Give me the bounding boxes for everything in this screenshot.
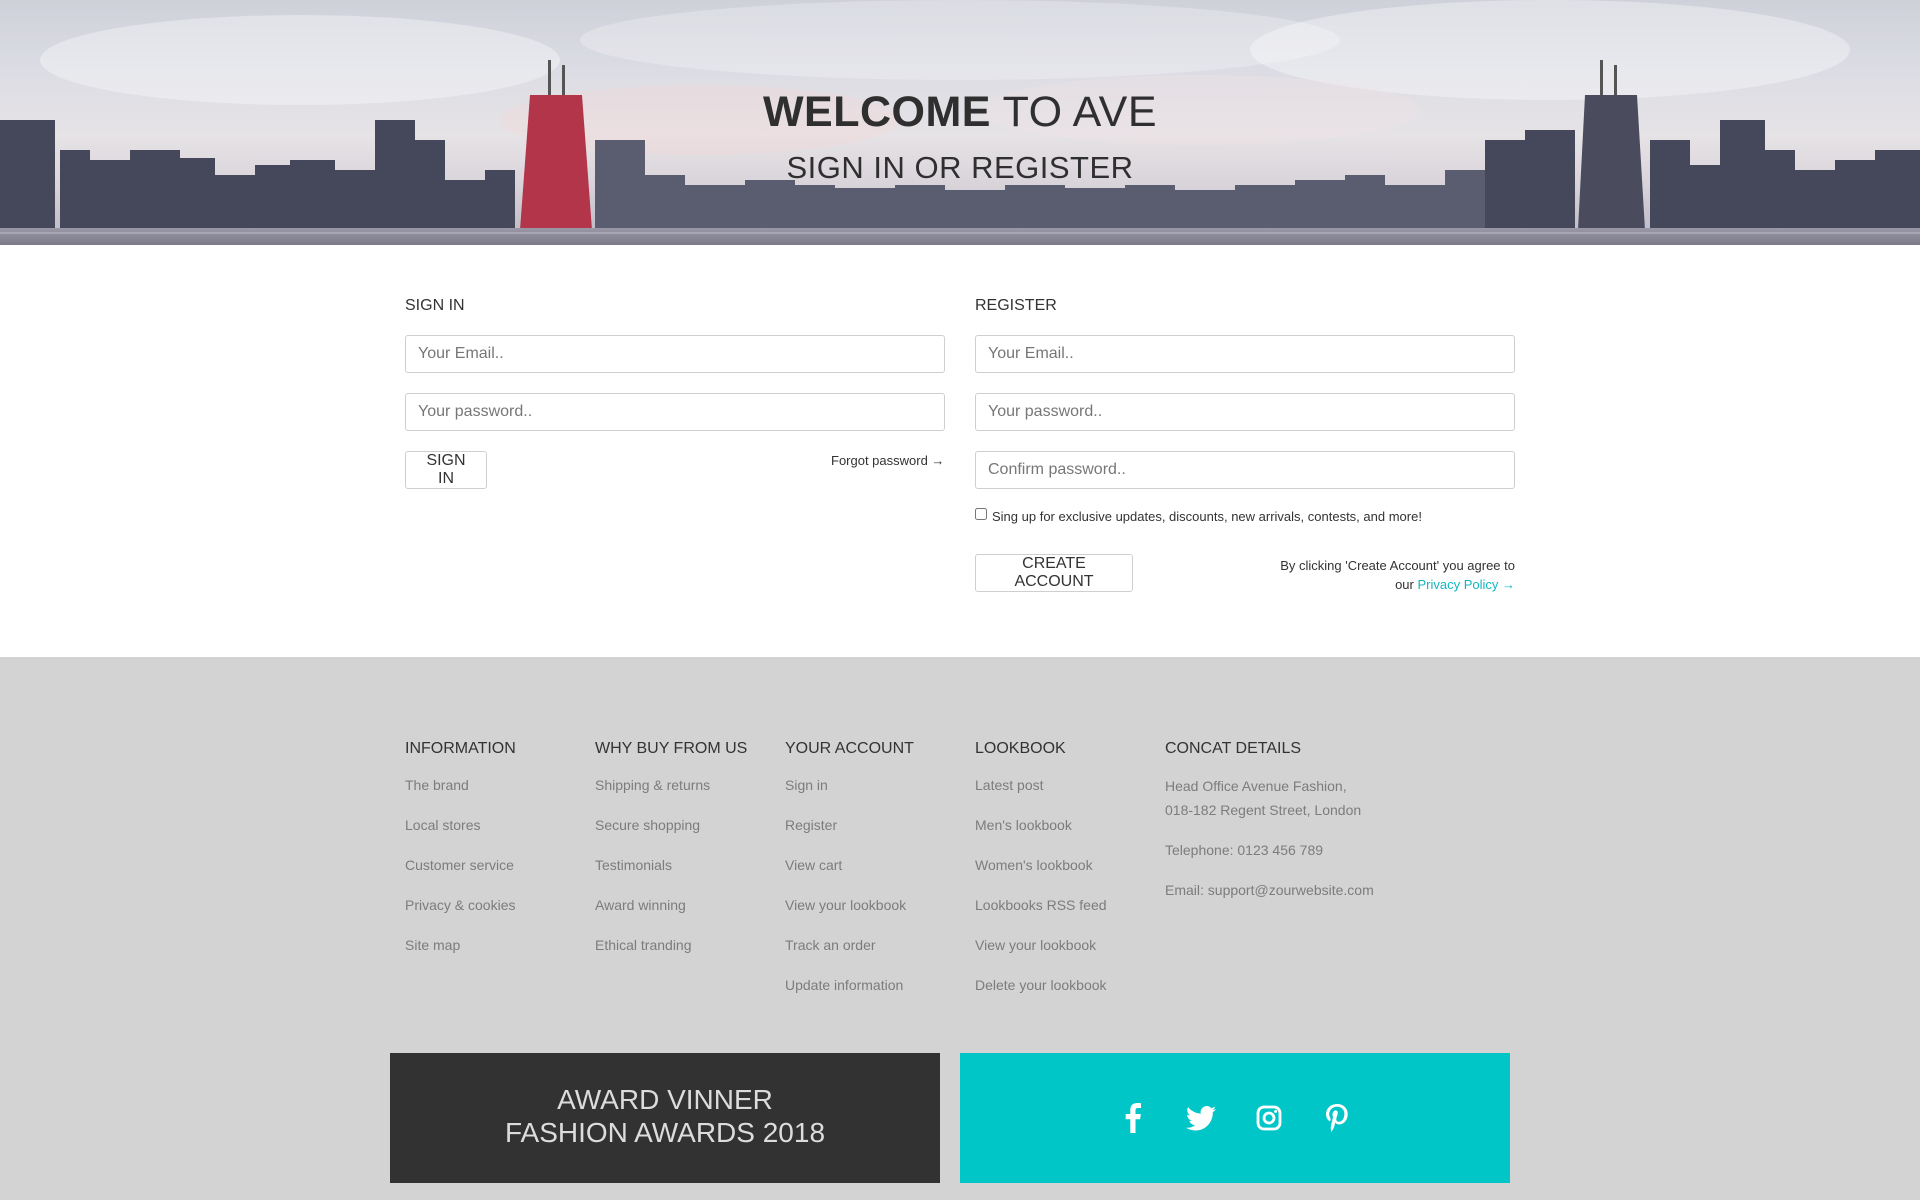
footer-link[interactable]: Privacy & cookies bbox=[405, 894, 516, 934]
footer-link[interactable]: View cart bbox=[785, 854, 914, 894]
newsletter-label: Sing up for exclusive updates, discounts… bbox=[992, 509, 1422, 524]
newsletter-checkbox[interactable] bbox=[975, 508, 987, 520]
contact-telephone: Telephone: 0123 456 789 bbox=[1165, 842, 1324, 858]
footer-link[interactable]: Men's lookbook bbox=[975, 814, 1107, 854]
create-account-button[interactable]: CREATE ACCOUNT bbox=[975, 554, 1133, 592]
footer-information-column: INFORMATION The brand Local stores Custo… bbox=[405, 740, 516, 974]
footer-link[interactable]: Lookbooks RSS feed bbox=[975, 894, 1107, 934]
register-password-input[interactable] bbox=[975, 393, 1515, 431]
footer-link[interactable]: Ethical tranding bbox=[595, 934, 747, 974]
footer-link[interactable]: View your lookbook bbox=[785, 894, 914, 934]
hero-subtitle: SIGN IN OR REGISTER bbox=[786, 150, 1134, 185]
hero-title-rest: TO AVE bbox=[991, 88, 1158, 136]
agree-prefix: our bbox=[1395, 577, 1418, 592]
footer-link[interactable]: Track an order bbox=[785, 934, 914, 974]
footer-link[interactable]: Secure shopping bbox=[595, 814, 747, 854]
footer-lookbook-heading: LOOKBOOK bbox=[975, 740, 1066, 757]
footer-link[interactable]: The brand bbox=[405, 774, 516, 814]
footer-link[interactable]: Delete your lookbook bbox=[975, 974, 1107, 1014]
award-banner: AWARD VINNER FASHION AWARDS 2018 bbox=[390, 1053, 940, 1183]
instagram-icon[interactable] bbox=[1254, 1103, 1284, 1133]
signin-heading: SIGN IN bbox=[405, 297, 465, 314]
award-line-1: AWARD VINNER bbox=[557, 1084, 773, 1115]
footer-contact-heading: CONCAT DETAILS bbox=[1165, 740, 1302, 757]
footer-why-buy-column: WHY BUY FROM US Shipping & returns Secur… bbox=[595, 740, 747, 974]
award-line-2: FASHION AWARDS 2018 bbox=[504, 1117, 826, 1148]
footer-contact-column: CONCAT DETAILS Head Office Avenue Fashio… bbox=[1165, 740, 1374, 902]
hero-title-bold: WELCOME bbox=[762, 88, 991, 136]
footer-link[interactable]: Local stores bbox=[405, 814, 516, 854]
footer-account-heading: YOUR ACCOUNT bbox=[785, 740, 914, 757]
contact-address-line-2: 018-182 Regent Street, London bbox=[1165, 802, 1362, 818]
register-heading: REGISTER bbox=[975, 297, 1057, 314]
register-email-input[interactable] bbox=[975, 335, 1515, 373]
footer-information-heading: INFORMATION bbox=[405, 740, 516, 757]
footer: INFORMATION The brand Local stores Custo… bbox=[0, 657, 1920, 1200]
footer-link[interactable]: Customer service bbox=[405, 854, 516, 894]
footer-link[interactable]: Award winning bbox=[595, 894, 747, 934]
twitter-icon[interactable] bbox=[1186, 1103, 1216, 1133]
footer-link[interactable]: Testimonials bbox=[595, 854, 747, 894]
facebook-icon[interactable] bbox=[1118, 1103, 1148, 1133]
footer-link[interactable]: View your lookbook bbox=[975, 934, 1107, 974]
privacy-agreement-text: By clicking 'Create Account' you agree t… bbox=[1190, 556, 1515, 594]
forgot-password-link[interactable]: Forgot password → bbox=[831, 453, 944, 468]
footer-account-column: YOUR ACCOUNT Sign in Register View cart … bbox=[785, 740, 914, 1014]
social-banner bbox=[960, 1053, 1510, 1183]
footer-link[interactable]: Register bbox=[785, 814, 914, 854]
register-confirm-password-input[interactable] bbox=[975, 451, 1515, 489]
footer-why-buy-heading: WHY BUY FROM US bbox=[595, 740, 748, 757]
footer-link[interactable]: Shipping & returns bbox=[595, 774, 747, 814]
hero-banner: WELCOME TO AVE SIGN IN OR REGISTER bbox=[0, 0, 1920, 245]
footer-link[interactable]: Women's lookbook bbox=[975, 854, 1107, 894]
hero-title: WELCOME TO AVE bbox=[0, 88, 1920, 137]
contact-email: Email: support@zourwebsite.com bbox=[1165, 882, 1374, 898]
agree-text: By clicking 'Create Account' you agree t… bbox=[1280, 558, 1515, 573]
footer-link[interactable]: Latest post bbox=[975, 774, 1107, 814]
signin-email-input[interactable] bbox=[405, 335, 945, 373]
pinterest-icon[interactable] bbox=[1322, 1103, 1352, 1133]
signin-button[interactable]: SIGN IN bbox=[405, 451, 487, 489]
footer-link[interactable]: Site map bbox=[405, 934, 516, 974]
footer-link[interactable]: Update information bbox=[785, 974, 914, 1014]
footer-link[interactable]: Sign in bbox=[785, 774, 914, 814]
contact-address-line-1: Head Office Avenue Fashion, bbox=[1165, 778, 1347, 794]
footer-lookbook-column: LOOKBOOK Latest post Men's lookbook Wome… bbox=[975, 740, 1107, 1014]
signin-password-input[interactable] bbox=[405, 393, 945, 431]
privacy-policy-link[interactable]: Privacy Policy → bbox=[1417, 577, 1515, 592]
